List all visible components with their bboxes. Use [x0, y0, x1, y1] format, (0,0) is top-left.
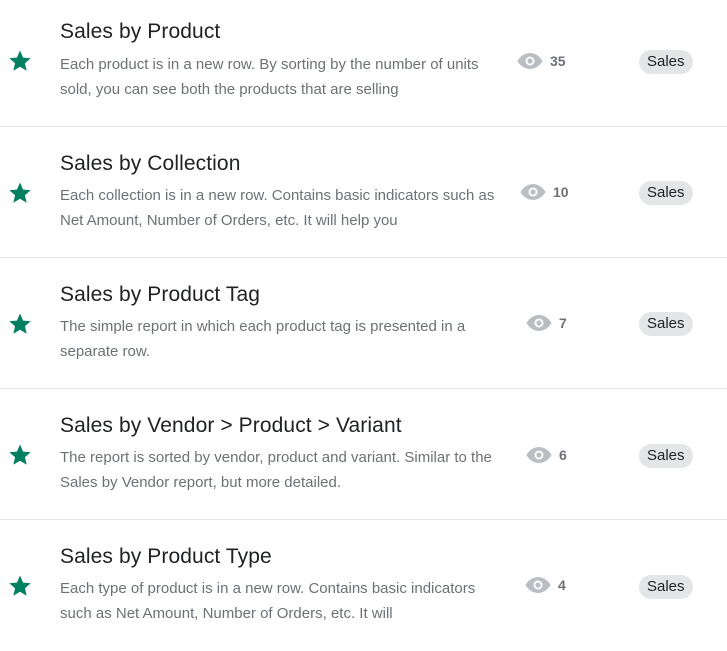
report-item[interactable]: Sales by Product Type Each type of produ…: [0, 520, 727, 651]
report-title[interactable]: Sales by Product Tag: [60, 283, 260, 307]
report-item[interactable]: Sales by Vendor > Product > Variant The …: [0, 389, 727, 520]
eye-icon: [526, 447, 552, 463]
views-count: 6: [559, 447, 567, 463]
report-title[interactable]: Sales by Product: [60, 20, 220, 44]
views-count: 10: [553, 184, 569, 200]
eye-icon: [520, 184, 546, 200]
view-count: 7: [525, 313, 567, 333]
eye-icon: [517, 53, 543, 69]
report-list: Sales by Product Each product is in a ne…: [0, 0, 727, 651]
report-item[interactable]: Sales by Collection Each collection is i…: [0, 127, 727, 258]
category-tag[interactable]: Sales: [639, 444, 693, 468]
category-tag[interactable]: Sales: [639, 312, 693, 336]
category-tag[interactable]: Sales: [639, 50, 693, 74]
eye-icon: [525, 577, 551, 593]
report-description: Each type of product is in a new row. Co…: [60, 580, 476, 622]
views-count: 35: [550, 53, 566, 69]
category-tag[interactable]: Sales: [639, 181, 693, 205]
view-count: 6: [525, 445, 567, 465]
report-item[interactable]: Sales by Product Tag The simple report i…: [0, 258, 727, 389]
views-count: 7: [559, 315, 567, 331]
report-title[interactable]: Sales by Vendor > Product > Variant: [60, 414, 402, 438]
report-description: Each collection is in a new row. Contain…: [60, 187, 495, 229]
favorite-star-icon[interactable]: [8, 49, 32, 73]
favorite-star-icon[interactable]: [8, 443, 32, 467]
view-count: 35: [516, 51, 566, 71]
category-tag[interactable]: Sales: [639, 575, 693, 599]
report-description: The report is sorted by vendor, product …: [60, 449, 492, 491]
report-description: The simple report in which each product …: [60, 318, 466, 360]
favorite-star-icon[interactable]: [8, 181, 32, 205]
views-count: 4: [558, 577, 566, 593]
favorite-star-icon[interactable]: [8, 312, 32, 336]
report-title[interactable]: Sales by Collection: [60, 152, 241, 176]
report-item[interactable]: Sales by Product Each product is in a ne…: [0, 0, 727, 127]
eye-icon: [526, 315, 552, 331]
report-title[interactable]: Sales by Product Type: [60, 545, 272, 569]
report-description: Each product is in a new row. By sorting…: [60, 56, 479, 98]
favorite-star-icon[interactable]: [8, 574, 32, 598]
view-count: 4: [524, 575, 566, 595]
view-count: 10: [519, 182, 569, 202]
